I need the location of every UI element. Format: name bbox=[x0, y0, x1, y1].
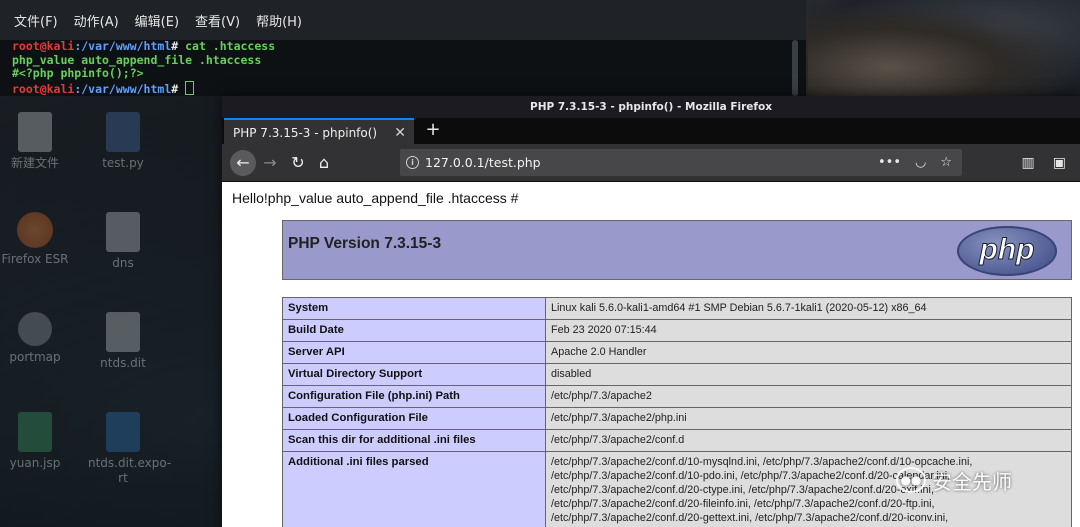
new-tab-plus-icon[interactable]: + bbox=[422, 118, 444, 144]
url-text[interactable]: 127.0.0.1/test.php bbox=[425, 149, 541, 176]
row-value: Apache 2.0 Handler bbox=[545, 341, 1072, 364]
page-actions-icon[interactable]: ••• bbox=[878, 149, 901, 176]
row-value: Feb 23 2020 07:15:44 bbox=[545, 319, 1072, 342]
table-row: Virtual Directory Support disabled bbox=[282, 363, 1072, 386]
row-key: System bbox=[282, 297, 546, 320]
prompt-symbol: # bbox=[171, 81, 186, 96]
home-icon[interactable]: ⌂ bbox=[312, 151, 336, 175]
terminal-menubar: 文件(F) 动作(A) 编辑(E) 查看(V) 帮助(H) bbox=[0, 0, 806, 40]
url-actions: ••• ◡ ☆ bbox=[878, 149, 952, 176]
toolbar-right: ▥ ▣ bbox=[1022, 151, 1066, 175]
tab-phpinfo[interactable]: PHP 7.3.15-3 - phpinfo() ✕ bbox=[224, 118, 414, 144]
desktop-icon-firefox[interactable]: Firefox ESR bbox=[0, 212, 70, 267]
desktop-icon-new-file[interactable]: 新建文件 bbox=[0, 112, 70, 171]
table-row: Loaded Configuration File/etc/php/7.3/ap… bbox=[282, 407, 1072, 430]
library-icon[interactable]: ▥ bbox=[1022, 151, 1035, 175]
row-value: Linux kali 5.6.0-kali1-amd64 #1 SMP Debi… bbox=[545, 297, 1072, 320]
table-row: Configuration File (php.ini) Path/etc/ph… bbox=[282, 385, 1072, 408]
bookmark-star-icon[interactable]: ☆ bbox=[940, 149, 952, 176]
desktop-icon-label: dns bbox=[112, 256, 134, 270]
prompt-user: root@kali bbox=[12, 39, 75, 53]
row-key: Server API bbox=[282, 341, 546, 364]
php-logo-icon: php bbox=[957, 226, 1057, 276]
firefox-title-bar: PHP 7.3.15-3 - phpinfo() - Mozilla Firef… bbox=[222, 96, 1080, 118]
row-key: Loaded Configuration File bbox=[282, 407, 546, 430]
desktop-icon-label: Firefox ESR bbox=[1, 252, 69, 266]
desktop-icon-label: ntds.dit bbox=[100, 356, 146, 370]
menu-edit[interactable]: 编辑(E) bbox=[135, 11, 179, 30]
tab-title: PHP 7.3.15-3 - phpinfo() bbox=[233, 126, 378, 140]
desktop-icon-ntds-dit[interactable]: ntds.dit bbox=[88, 312, 158, 371]
navigation-toolbar: ← → ↻ ⌂ i 127.0.0.1/test.php ••• ◡ ☆ ▥ ▣ bbox=[222, 144, 1080, 182]
row-value: /etc/php/7.3/apache2/conf.d bbox=[545, 429, 1072, 452]
wechat-icon: ●● bbox=[896, 467, 926, 493]
desktop-icon-label: test.py bbox=[102, 156, 144, 170]
prompt-user: root@kali bbox=[12, 81, 75, 96]
file-icon bbox=[106, 312, 140, 352]
row-value: /etc/php/7.3/apache2 bbox=[545, 385, 1072, 408]
menu-help[interactable]: 帮助(H) bbox=[256, 11, 302, 30]
desktop-icon-label: ntds.dit.expo-rt bbox=[88, 456, 172, 485]
file-icon bbox=[18, 112, 52, 152]
terminal-output-line: php_value auto_append_file .htaccess bbox=[12, 52, 262, 67]
terminal-window[interactable]: 文件(F) 动作(A) 编辑(E) 查看(V) 帮助(H) root@kali:… bbox=[0, 0, 806, 96]
desktop-icon-ntds-export[interactable]: ntds.dit.expo-rt bbox=[88, 412, 172, 486]
table-row: System Linux kali 5.6.0-kali1-amd64 #1 SM… bbox=[282, 297, 1072, 320]
row-key: Virtual Directory Support bbox=[282, 363, 546, 386]
file-icon bbox=[18, 412, 52, 452]
desktop-icon-test-py[interactable]: test.py bbox=[88, 112, 158, 171]
row-value: /etc/php/7.3/apache2/php.ini bbox=[545, 407, 1072, 430]
prompt-path: :/var/www/html bbox=[74, 81, 172, 96]
tab-strip: PHP 7.3.15-3 - phpinfo() ✕ + bbox=[222, 118, 1080, 144]
sidebar-icon[interactable]: ▣ bbox=[1053, 151, 1066, 175]
pocket-icon[interactable]: ◡ bbox=[915, 149, 926, 176]
menu-file[interactable]: 文件(F) bbox=[14, 11, 58, 30]
php-version-title: PHP Version 7.3.15-3 bbox=[288, 235, 442, 252]
row-key: Build Date bbox=[282, 319, 546, 342]
prompt-path: :/var/www/html bbox=[74, 39, 172, 53]
back-arrow-icon[interactable]: ← bbox=[230, 150, 256, 176]
close-tab-icon[interactable]: ✕ bbox=[394, 120, 406, 146]
menu-view[interactable]: 查看(V) bbox=[195, 11, 240, 30]
table-row: Server API Apache 2.0 Handler bbox=[282, 341, 1072, 364]
row-key: Additional .ini files parsed bbox=[282, 451, 546, 527]
row-value: disabled bbox=[545, 363, 1072, 386]
file-icon bbox=[106, 212, 140, 252]
terminal-output-line: #<?php phpinfo();?> bbox=[12, 66, 144, 80]
url-bar[interactable]: i 127.0.0.1/test.php ••• ◡ ☆ bbox=[400, 149, 962, 176]
row-key: Scan this dir for additional .ini files bbox=[282, 429, 546, 452]
row-key: Configuration File (php.ini) Path bbox=[282, 385, 546, 408]
desktop-icon-label: yuan.jsp bbox=[9, 456, 61, 470]
hello-text: Hello!php_value auto_append_file .htacce… bbox=[232, 190, 519, 206]
terminal-line: root@kali:/var/www/html# cat .htaccess bbox=[12, 39, 806, 54]
python-file-icon bbox=[106, 112, 140, 152]
table-row: Build Date Feb 23 2020 07:15:44 bbox=[282, 319, 1072, 342]
folder-icon bbox=[106, 412, 140, 452]
watermark: ●● 安全先师 bbox=[896, 466, 1012, 494]
php-version-header: PHP Version 7.3.15-3 php bbox=[282, 220, 1072, 280]
desktop-icon-dns[interactable]: dns bbox=[88, 212, 158, 271]
firefox-window[interactable]: PHP 7.3.15-3 - phpinfo() - Mozilla Firef… bbox=[222, 96, 1080, 527]
forward-arrow-icon[interactable]: → bbox=[258, 151, 282, 175]
gear-icon bbox=[18, 312, 52, 346]
prompt-symbol: # bbox=[171, 39, 186, 53]
terminal-line: root@kali:/var/www/html# bbox=[12, 80, 806, 97]
command-text: cat .htaccess bbox=[185, 39, 276, 53]
terminal-scrollbar[interactable] bbox=[792, 40, 798, 96]
desktop-icon-label: portmap bbox=[9, 350, 61, 364]
menu-action[interactable]: 动作(A) bbox=[74, 11, 119, 30]
reload-icon[interactable]: ↻ bbox=[286, 151, 310, 175]
firefox-icon bbox=[17, 212, 53, 248]
table-row: Scan this dir for additional .ini files /… bbox=[282, 429, 1072, 452]
watermark-text: 安全先师 bbox=[932, 469, 1012, 494]
terminal-cursor bbox=[185, 80, 195, 95]
desktop-icon-portmap[interactable]: portmap bbox=[0, 312, 70, 365]
terminal-output[interactable]: root@kali:/var/www/html# cat .htaccess p… bbox=[0, 39, 806, 97]
desktop-icon-label: 新建文件 bbox=[10, 156, 59, 170]
desktop-icon-yuan-jsp[interactable]: yuan.jsp bbox=[0, 412, 70, 471]
info-icon[interactable]: i bbox=[406, 156, 419, 169]
wallpaper-rock bbox=[808, 0, 1080, 96]
